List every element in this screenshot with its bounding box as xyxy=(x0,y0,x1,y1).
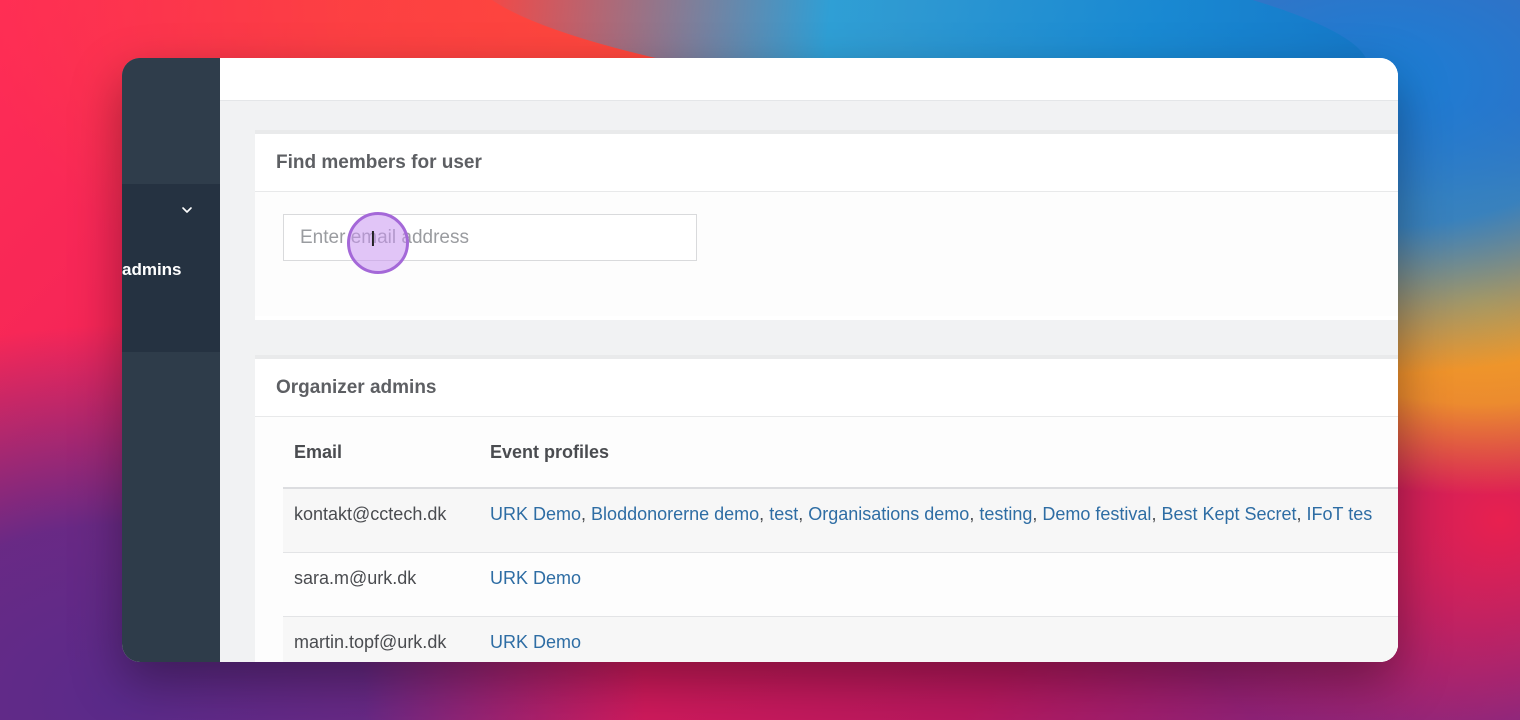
sidebar-item-admins[interactable]: admins xyxy=(122,260,184,280)
table-row: kontakt@cctech.dk URK Demo, Bloddonorerne… xyxy=(283,488,1398,553)
profile-separator: , xyxy=(1151,504,1162,524)
text-cursor-icon: I xyxy=(370,227,376,251)
email-address-input[interactable] xyxy=(283,214,697,261)
admin-email: martin.topf@urk.dk xyxy=(283,616,479,662)
admin-email: kontakt@cctech.dk xyxy=(283,488,479,553)
event-profile-link[interactable]: Demo festival xyxy=(1042,504,1151,524)
event-profile-link[interactable]: Best Kept Secret xyxy=(1161,504,1296,524)
admins-table: Email Event profiles kontakt@cctech.dk UR… xyxy=(283,417,1398,662)
sidebar: admins xyxy=(122,58,220,662)
event-profile-link[interactable]: testing xyxy=(979,504,1032,524)
organizer-admins-body: Email Event profiles kontakt@cctech.dk UR… xyxy=(255,417,1398,662)
admin-email: sara.m@urk.dk xyxy=(283,552,479,617)
event-profile-link[interactable]: IFoT tes xyxy=(1307,504,1373,524)
table-header-row: Email Event profiles xyxy=(283,417,1398,489)
chevron-down-icon[interactable] xyxy=(180,203,194,217)
profile-separator: , xyxy=(759,504,770,524)
profile-separator: , xyxy=(1032,504,1043,524)
top-bar xyxy=(220,58,1398,101)
find-members-title: Find members for user xyxy=(255,134,1398,192)
admin-event-profiles: URK Demo xyxy=(479,616,1398,662)
column-header-email: Email xyxy=(283,417,479,489)
event-profile-link[interactable]: URK Demo xyxy=(490,568,581,588)
event-profile-link[interactable]: URK Demo xyxy=(490,632,581,652)
profile-separator: , xyxy=(581,504,592,524)
main-content: Find members for user Organizer admins E… xyxy=(220,58,1398,662)
table-row: martin.topf@urk.dk URK Demo xyxy=(283,616,1398,662)
profile-separator: , xyxy=(1296,504,1307,524)
profile-separator: , xyxy=(798,504,809,524)
event-profile-link[interactable]: URK Demo xyxy=(490,504,581,524)
admin-event-profiles: URK Demo xyxy=(479,552,1398,617)
organizer-admins-title: Organizer admins xyxy=(255,359,1398,417)
table-row: sara.m@urk.dk URK Demo xyxy=(283,552,1398,617)
column-header-event-profiles: Event profiles xyxy=(479,417,1398,489)
sidebar-header xyxy=(122,58,220,184)
event-profile-link[interactable]: test xyxy=(769,504,798,524)
table-body: kontakt@cctech.dk URK Demo, Bloddonorerne… xyxy=(283,488,1398,662)
organizer-admins-panel: Organizer admins Email Event profiles ko… xyxy=(255,355,1398,662)
cursor-highlight xyxy=(347,212,409,274)
find-members-panel: Find members for user xyxy=(255,130,1398,320)
event-profile-link[interactable]: Organisations demo xyxy=(808,504,969,524)
app-window: admins Find members for user Organizer a… xyxy=(122,58,1398,662)
event-profile-link[interactable]: Bloddonorerne demo xyxy=(591,504,759,524)
admin-event-profiles: URK Demo, Bloddonorerne demo, test, Orga… xyxy=(479,488,1398,553)
profile-separator: , xyxy=(969,504,980,524)
find-members-body xyxy=(255,192,1398,316)
